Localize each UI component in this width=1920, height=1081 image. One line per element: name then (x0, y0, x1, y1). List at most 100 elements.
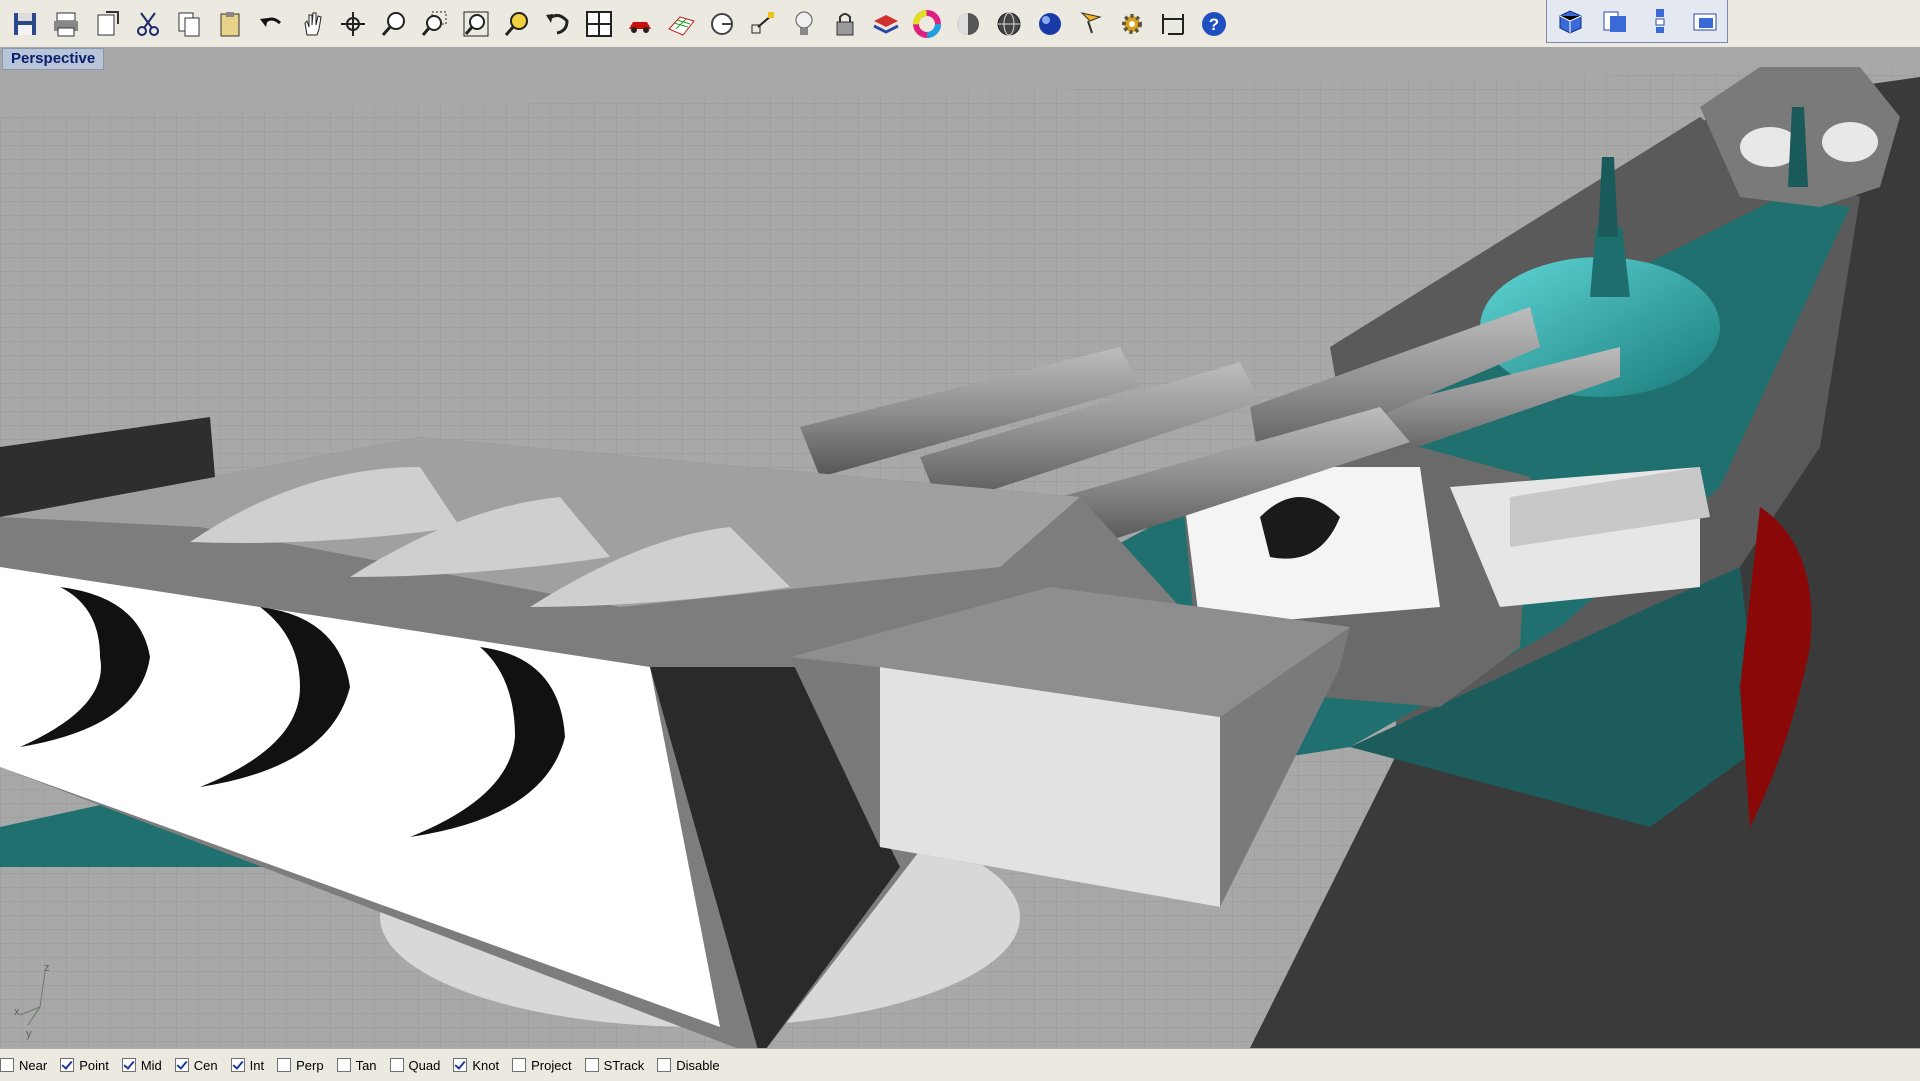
axis-label-y: y (26, 1028, 32, 1040)
view-split-button[interactable] (1642, 3, 1678, 39)
lightbulb-button[interactable] (785, 6, 822, 43)
osnap-int[interactable]: Int (230, 1057, 265, 1073)
four-viewports-button[interactable] (580, 6, 617, 43)
bow-opening (1822, 122, 1878, 162)
circle-tool-button[interactable] (703, 6, 740, 43)
osnap-checkbox[interactable] (657, 1058, 672, 1072)
osnap-checkbox[interactable] (277, 1058, 292, 1072)
osnap-checkbox[interactable] (512, 1058, 527, 1072)
pointer-icon (1079, 12, 1102, 34)
undo-button[interactable] (252, 6, 289, 43)
wireframe-sphere-icon (997, 12, 1020, 36)
settings-gear-icon (1121, 14, 1142, 34)
copy-icon (178, 12, 199, 37)
osnap-label: Perp (296, 1057, 324, 1073)
osnap-quad[interactable]: Quad (389, 1058, 440, 1073)
osnap-checkbox[interactable] (60, 1058, 75, 1072)
zoom-selected-icon (504, 12, 528, 36)
cut-button[interactable] (129, 6, 166, 43)
import-button[interactable] (88, 6, 125, 43)
osnap-strack[interactable]: STrack (584, 1057, 645, 1073)
osnap-perp[interactable]: Perp (277, 1057, 324, 1073)
car-icon (628, 22, 651, 33)
main-toolbar: ? (0, 0, 1920, 48)
osnap-near[interactable]: Near (0, 1058, 47, 1073)
zoom-extents-icon (463, 11, 488, 37)
rendered-sphere-button[interactable] (1031, 6, 1068, 43)
3d-scene[interactable]: z x y (0, 47, 1920, 1048)
copy-button[interactable] (170, 6, 207, 43)
grid-icon (667, 16, 695, 36)
view-top-button[interactable] (1687, 3, 1723, 39)
print-button[interactable] (47, 6, 84, 43)
osnap-label: Mid (140, 1057, 162, 1073)
pan-hand-button[interactable] (293, 6, 330, 43)
zoom-button[interactable] (375, 6, 412, 43)
save-button[interactable] (6, 6, 43, 43)
dimension-button[interactable] (1154, 6, 1191, 43)
shaded-sphere-button[interactable] (949, 6, 986, 43)
lock-button[interactable] (826, 6, 863, 43)
pointer-button[interactable] (1072, 6, 1109, 43)
osnap-disable[interactable]: Disable (657, 1058, 720, 1073)
pan-hand-icon (303, 12, 322, 36)
color-wheel-icon (912, 10, 941, 38)
print-icon (53, 12, 78, 37)
paste-button[interactable] (211, 6, 248, 43)
paste-icon (220, 12, 239, 37)
osnap-checkbox[interactable] (453, 1058, 468, 1072)
wireframe-sphere-button[interactable] (990, 6, 1027, 43)
save-icon (13, 13, 36, 35)
help-button[interactable]: ? (1195, 6, 1232, 43)
osnap-checkbox[interactable] (336, 1058, 351, 1072)
osnap-label: Project (531, 1057, 572, 1073)
view-3d-box-button[interactable] (1552, 3, 1588, 39)
import-icon (97, 11, 119, 36)
osnap-knot[interactable]: Knot (453, 1058, 499, 1073)
osnap-checkbox[interactable] (0, 1058, 14, 1072)
circle-tool-icon (710, 13, 733, 35)
osnap-point[interactable]: Point (60, 1058, 109, 1073)
viewport-title-tab[interactable]: Perspective (2, 48, 105, 70)
zoom-window-button[interactable] (416, 6, 453, 43)
view-front-icon (1603, 11, 1626, 32)
standard-toolbar: ? (0, 3, 1236, 45)
osnap-button[interactable] (744, 6, 781, 43)
osnap-checkbox[interactable] (121, 1058, 136, 1072)
layer-icon (872, 15, 899, 34)
zoom-extents-button[interactable] (457, 6, 494, 43)
osnap-label: Cen (193, 1057, 218, 1073)
color-wheel-button[interactable] (908, 6, 945, 43)
settings-gear-button[interactable] (1113, 6, 1150, 43)
osnap-label: Tan (355, 1057, 377, 1073)
osnap-tan[interactable]: Tan (336, 1057, 377, 1073)
zoom-selected-button[interactable] (498, 6, 535, 43)
osnap-label: Int (249, 1057, 265, 1073)
zoom-window-icon (421, 11, 446, 36)
layer-button[interactable] (867, 6, 904, 43)
view-split-icon (1655, 9, 1664, 33)
osnap-cen[interactable]: Cen (174, 1057, 218, 1073)
osnap-checkbox[interactable] (389, 1058, 404, 1072)
grid-button[interactable] (662, 6, 699, 43)
osnap-label: Point (79, 1057, 109, 1073)
osnap-checkbox[interactable] (230, 1058, 245, 1072)
shaded-sphere-icon (956, 13, 979, 35)
help-icon: ? (1201, 12, 1226, 36)
cut-icon (136, 12, 159, 36)
perspective-viewport[interactable]: z x y Perspective (0, 47, 1920, 1048)
osnap-mid[interactable]: Mid (121, 1057, 162, 1073)
zoom-icon (381, 12, 405, 36)
osnap-checkbox[interactable] (584, 1058, 599, 1072)
car-button[interactable] (621, 6, 658, 43)
rotate-view-button[interactable] (334, 6, 371, 43)
rendered-sphere-icon (1038, 13, 1061, 35)
osnap-checkbox[interactable] (174, 1058, 189, 1072)
osnap-label: Knot (472, 1057, 500, 1073)
undo-view-button[interactable] (539, 6, 576, 43)
dimension-icon (1161, 14, 1184, 35)
osnap-label: STrack (603, 1057, 645, 1073)
osnap-project[interactable]: Project (512, 1057, 572, 1073)
view-front-button[interactable] (1597, 3, 1633, 39)
undo-icon (259, 17, 281, 27)
